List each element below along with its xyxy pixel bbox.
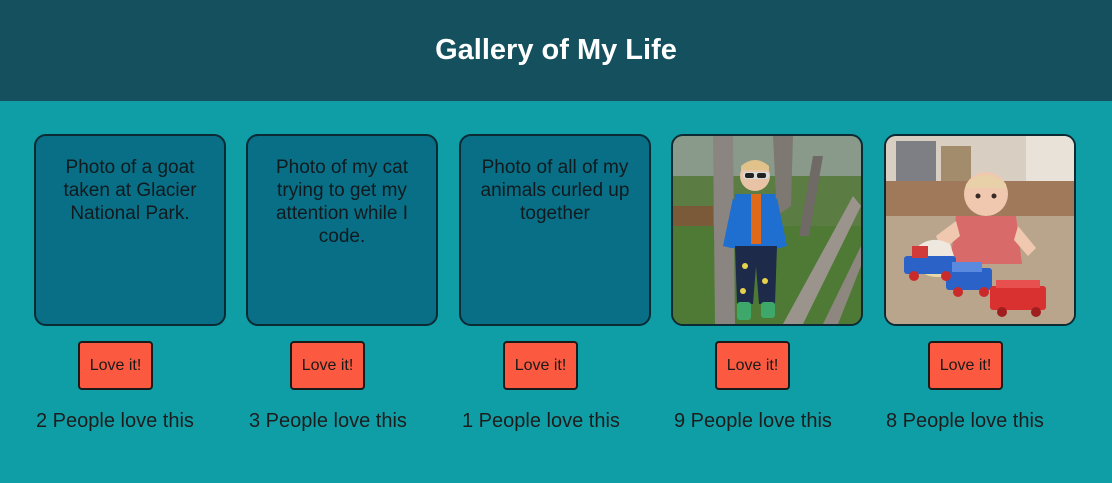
love-button-goat[interactable]: Love it! [78,341,153,390]
love-button-photo-toddler[interactable]: Love it! [928,341,1003,390]
boy-photo-image [673,136,861,324]
gallery-card-animals: Photo of all of my animals curled up tog… [459,134,651,326]
gallery-card-photo-boy [671,134,863,326]
gallery: Photo of a goat taken at Glacier Nationa… [0,101,1112,483]
love-count-photo-toddler: 8 People love this [886,410,1044,432]
love-count-photo-boy: 9 People love this [674,410,832,432]
card-caption: Photo of all of my animals curled up tog… [480,157,630,224]
gallery-card-cat: Photo of my cat trying to get my attenti… [246,134,438,326]
love-button-photo-boy[interactable]: Love it! [715,341,790,390]
card-caption: Photo of a goat taken at Glacier Nationa… [63,157,197,224]
love-count-animals: 1 People love this [462,410,620,432]
gallery-card-photo-toddler [884,134,1076,326]
love-button-cat[interactable]: Love it! [290,341,365,390]
love-count-cat: 3 People love this [249,410,407,432]
page-header: Gallery of My Life [0,0,1112,101]
toddler-photo-image [886,136,1074,324]
gallery-card-goat: Photo of a goat taken at Glacier Nationa… [34,134,226,326]
page-title: Gallery of My Life [435,34,677,66]
card-caption: Photo of my cat trying to get my attenti… [275,157,409,247]
love-button-animals[interactable]: Love it! [503,341,578,390]
love-count-goat: 2 People love this [36,410,194,432]
